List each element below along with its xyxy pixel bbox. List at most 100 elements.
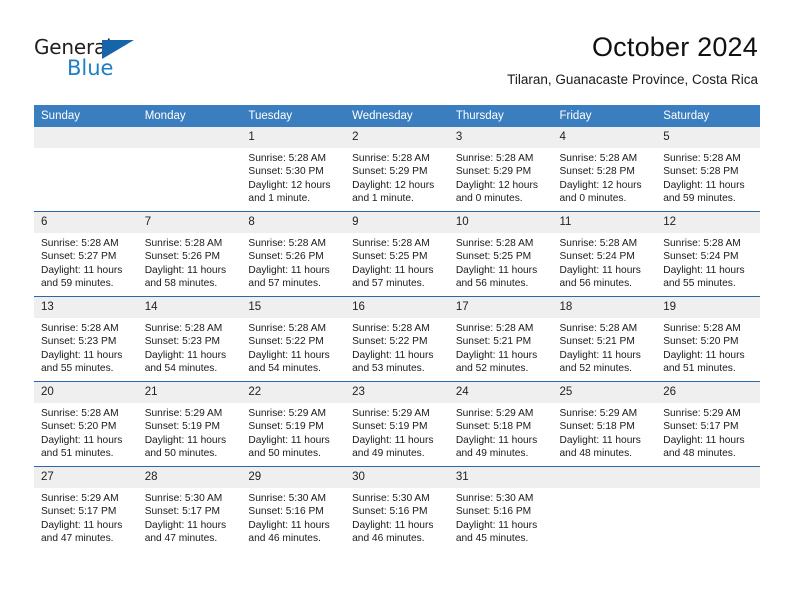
day-number: 24 <box>448 382 553 403</box>
day-number: 22 <box>241 382 346 403</box>
calendar-day-cell[interactable]: 4 Sunrise: 5:28 AM Sunset: 5:28 PM Daylight… <box>552 127 657 212</box>
calendar-day-cell[interactable]: 11 Sunrise: 5:28 AM Sunset: 5:24 PM Dayligh… <box>552 211 657 297</box>
page-header: General Blue October 2024 Tilaran, Guana… <box>34 30 758 92</box>
day-detail-line: and 57 minutes. <box>248 278 321 290</box>
day-detail-line: and 54 minutes. <box>144 363 218 375</box>
calendar-header-row: Sunday Monday Tuesday Wednesday Thursday Frid… <box>34 105 760 127</box>
day-detail-line: and 56 minutes. <box>455 278 529 290</box>
day-details: Sunrise: 5:28 AM Sunset: 5:29 PM Daylight:… <box>449 148 553 206</box>
day-detail-line: Daylight: 11 hours <box>455 349 538 361</box>
day-details: Sunrise: 5:28 AM Sunset: 5:20 PM Daylight:… <box>656 318 760 376</box>
calendar-day-cell[interactable]: 29 Sunrise: 5:30 AM Sunset: 5:16 PM Dayligh… <box>241 466 346 551</box>
logo-text-blue: Blue <box>67 56 114 80</box>
day-number: 15 <box>241 297 346 318</box>
day-detail-line: Daylight: 11 hours <box>144 434 227 446</box>
day-detail-line: Daylight: 11 hours <box>248 264 330 276</box>
day-detail-line: Sunset: 5:16 PM <box>352 506 428 518</box>
day-number: 25 <box>552 382 657 403</box>
day-detail-line: Daylight: 11 hours <box>559 434 641 446</box>
day-detail-line: Daylight: 11 hours <box>455 264 538 276</box>
day-detail-line: and 54 minutes. <box>248 363 321 375</box>
calendar-day-cell[interactable]: 6 Sunrise: 5:28 AM Sunset: 5:27 PM Daylight… <box>34 211 138 297</box>
calendar-day-cell[interactable]: 23 Sunrise: 5:29 AM Sunset: 5:19 PM Dayligh… <box>345 381 449 467</box>
calendar-day-cell[interactable]: 15 Sunrise: 5:28 AM Sunset: 5:22 PM Dayligh… <box>241 296 346 382</box>
day-number <box>552 467 657 488</box>
day-number: 11 <box>552 212 657 233</box>
calendar-day-cell[interactable]: 24 Sunrise: 5:29 AM Sunset: 5:18 PM Dayligh… <box>448 381 553 467</box>
day-detail-line: Daylight: 11 hours <box>559 349 641 361</box>
day-detail-line: Sunrise: 5:29 AM <box>41 493 119 504</box>
day-detail-line: Sunrise: 5:28 AM <box>352 238 430 249</box>
title-block: October 2024 Tilaran, Guanacaste Provinc… <box>507 30 758 90</box>
calendar-day-cell[interactable]: 1 Sunrise: 5:28 AM Sunset: 5:30 PM Daylight… <box>241 127 346 212</box>
day-detail-line: and 0 minutes. <box>455 193 523 205</box>
day-detail-line: Sunset: 5:21 PM <box>455 336 532 348</box>
calendar-day-cell[interactable]: 19 Sunrise: 5:28 AM Sunset: 5:20 PM Dayligh… <box>656 296 760 382</box>
day-details: Sunrise: 5:28 AM Sunset: 5:21 PM Daylight:… <box>553 318 657 376</box>
calendar-day-cell[interactable]: 28 Sunrise: 5:30 AM Sunset: 5:17 PM Dayligh… <box>137 466 242 551</box>
day-detail-line: Sunset: 5:22 PM <box>248 336 324 348</box>
calendar-day-cell[interactable]: 22 Sunrise: 5:29 AM Sunset: 5:19 PM Dayligh… <box>241 381 346 467</box>
calendar-table: Sunday Monday Tuesday Wednesday Thursday Frid… <box>34 105 760 551</box>
calendar-day-cell[interactable]: 3 Sunrise: 5:28 AM Sunset: 5:29 PM Daylight… <box>448 127 553 212</box>
weekday-header-wednesday: Wednesday <box>345 105 449 127</box>
calendar-day-cell[interactable]: 8 Sunrise: 5:28 AM Sunset: 5:26 PM Daylight… <box>241 211 346 297</box>
day-detail-line: Sunset: 5:17 PM <box>41 506 117 518</box>
calendar-day-cell[interactable]: 17 Sunrise: 5:28 AM Sunset: 5:21 PM Dayligh… <box>448 296 553 382</box>
calendar-day-cell[interactable]: 30 Sunrise: 5:30 AM Sunset: 5:16 PM Dayligh… <box>345 466 449 551</box>
day-detail-line: Daylight: 11 hours <box>248 519 330 531</box>
day-detail-line: and 52 minutes. <box>455 363 529 375</box>
day-detail-line: Daylight: 11 hours <box>352 349 434 361</box>
day-detail-line: and 52 minutes. <box>559 363 633 375</box>
calendar-day-cell[interactable]: 26 Sunrise: 5:29 AM Sunset: 5:17 PM Dayligh… <box>656 381 760 467</box>
day-number: 29 <box>241 467 346 488</box>
day-detail-line: Sunset: 5:19 PM <box>248 421 324 433</box>
day-details: Sunrise: 5:29 AM Sunset: 5:19 PM Daylight:… <box>241 403 345 461</box>
calendar-day-cell[interactable]: 13 Sunrise: 5:28 AM Sunset: 5:23 PM Dayligh… <box>34 296 138 382</box>
calendar-day-cell[interactable]: 25 Sunrise: 5:29 AM Sunset: 5:18 PM Dayligh… <box>552 381 657 467</box>
day-detail-line: Daylight: 11 hours <box>41 349 123 361</box>
day-number: 2 <box>345 127 449 148</box>
day-detail-line: Daylight: 11 hours <box>41 434 123 446</box>
calendar-day-cell[interactable]: 12 Sunrise: 5:28 AM Sunset: 5:24 PM Dayligh… <box>656 211 760 297</box>
day-detail-line: and 48 minutes. <box>663 448 736 460</box>
calendar-day-cell[interactable]: 7 Sunrise: 5:28 AM Sunset: 5:26 PM Daylight… <box>137 211 242 297</box>
calendar-day-cell[interactable]: 16 Sunrise: 5:28 AM Sunset: 5:22 PM Dayligh… <box>345 296 449 382</box>
day-detail-line: and 51 minutes. <box>663 363 736 375</box>
calendar-day-cell[interactable]: 18 Sunrise: 5:28 AM Sunset: 5:21 PM Dayligh… <box>552 296 657 382</box>
day-detail-line: Sunrise: 5:29 AM <box>248 408 326 419</box>
calendar-day-cell[interactable]: 21 Sunrise: 5:29 AM Sunset: 5:19 PM Dayligh… <box>137 381 242 467</box>
calendar-day-cell[interactable]: 2 Sunrise: 5:28 AM Sunset: 5:29 PM Daylight… <box>345 127 449 212</box>
day-number: 9 <box>345 212 449 233</box>
day-detail-line: Daylight: 12 hours <box>248 179 331 191</box>
day-detail-line: Sunrise: 5:28 AM <box>663 323 741 334</box>
day-detail-line: Sunset: 5:17 PM <box>144 506 221 518</box>
day-detail-line: Daylight: 11 hours <box>663 264 745 276</box>
calendar-week-row: 27 Sunrise: 5:29 AM Sunset: 5:17 PM Dayligh… <box>34 466 760 551</box>
calendar-day-cell-empty <box>34 127 138 212</box>
day-detail-line: Daylight: 12 hours <box>455 179 538 191</box>
day-number: 14 <box>137 297 242 318</box>
day-detail-line: Sunset: 5:20 PM <box>663 336 739 348</box>
day-number <box>656 467 760 488</box>
calendar-day-cell[interactable]: 10 Sunrise: 5:28 AM Sunset: 5:25 PM Dayligh… <box>448 211 553 297</box>
calendar-grid: Sunday Monday Tuesday Wednesday Thursday Frid… <box>34 105 760 551</box>
day-detail-line: Daylight: 11 hours <box>455 519 538 531</box>
calendar-day-cell[interactable]: 27 Sunrise: 5:29 AM Sunset: 5:17 PM Dayligh… <box>34 466 138 551</box>
day-detail-line: Daylight: 11 hours <box>663 179 745 191</box>
calendar-day-cell[interactable]: 31 Sunrise: 5:30 AM Sunset: 5:16 PM Dayligh… <box>448 466 553 551</box>
day-details: Sunrise: 5:28 AM Sunset: 5:28 PM Daylight:… <box>553 148 657 206</box>
day-detail-line: Sunset: 5:28 PM <box>559 166 635 178</box>
calendar-day-cell[interactable]: 5 Sunrise: 5:28 AM Sunset: 5:28 PM Daylight… <box>656 127 760 212</box>
day-detail-line: Sunrise: 5:30 AM <box>455 493 534 504</box>
calendar-day-cell[interactable]: 14 Sunrise: 5:28 AM Sunset: 5:23 PM Dayligh… <box>137 296 242 382</box>
calendar-day-cell-empty <box>552 466 657 551</box>
day-detail-line: and 48 minutes. <box>559 448 633 460</box>
day-detail-line: and 55 minutes. <box>41 363 114 375</box>
day-number: 19 <box>656 297 760 318</box>
general-blue-logo[interactable]: General Blue <box>34 36 164 88</box>
day-detail-line: Sunset: 5:26 PM <box>144 251 221 263</box>
calendar-day-cell[interactable]: 20 Sunrise: 5:28 AM Sunset: 5:20 PM Dayligh… <box>34 381 138 467</box>
calendar-day-cell[interactable]: 9 Sunrise: 5:28 AM Sunset: 5:25 PM Daylight… <box>345 211 449 297</box>
day-number: 17 <box>448 297 553 318</box>
